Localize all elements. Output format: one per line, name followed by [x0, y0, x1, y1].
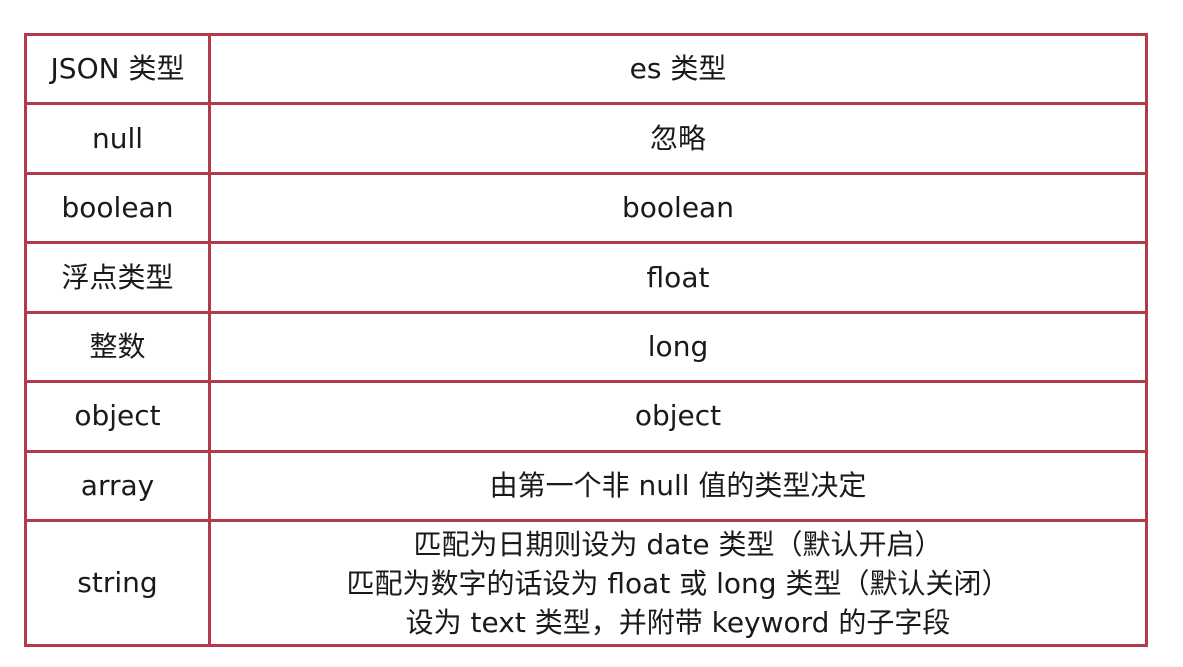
table-row: 浮点类型 float	[24, 241, 1148, 314]
table-row: object object	[24, 380, 1148, 453]
table-row: array 由第一个非 null 值的类型决定	[24, 449, 1148, 523]
table-row: boolean boolean	[24, 171, 1148, 245]
json-type-cell: boolean	[24, 171, 211, 245]
header-json-type: JSON 类型	[24, 32, 211, 106]
es-type-line: 匹配为数字的话设为 float 或 long 类型（默认关闭）	[346, 566, 1010, 600]
es-type-cell-multiline: 匹配为日期则设为 date 类型（默认开启） 匹配为数字的话设为 float 或…	[208, 519, 1148, 647]
json-type-cell: null	[24, 102, 211, 175]
type-mapping-table: JSON 类型 es 类型 null 忽略 boolean boolean 浮点…	[24, 32, 1148, 647]
json-type-cell: string	[24, 519, 211, 647]
es-type-cell: 由第一个非 null 值的类型决定	[208, 449, 1148, 523]
table-row: null 忽略	[24, 102, 1148, 175]
es-type-cell: object	[208, 380, 1148, 453]
json-type-cell: object	[24, 380, 211, 453]
json-type-cell: 浮点类型	[24, 241, 211, 314]
json-type-cell: array	[24, 449, 211, 523]
es-type-cell: boolean	[208, 171, 1148, 245]
json-type-cell: 整数	[24, 310, 211, 384]
header-row: JSON 类型 es 类型	[24, 32, 1148, 106]
es-type-cell: 忽略	[208, 102, 1148, 175]
header-es-type: es 类型	[208, 32, 1148, 106]
es-type-line: 设为 text 类型，并附带 keyword 的子字段	[405, 605, 951, 639]
es-type-cell: float	[208, 241, 1148, 314]
table-row: 整数 long	[24, 310, 1148, 384]
table-row-string: string 匹配为日期则设为 date 类型（默认开启） 匹配为数字的话设为 …	[24, 519, 1148, 647]
es-type-cell: long	[208, 310, 1148, 384]
es-type-line: 匹配为日期则设为 date 类型（默认开启）	[413, 527, 943, 561]
